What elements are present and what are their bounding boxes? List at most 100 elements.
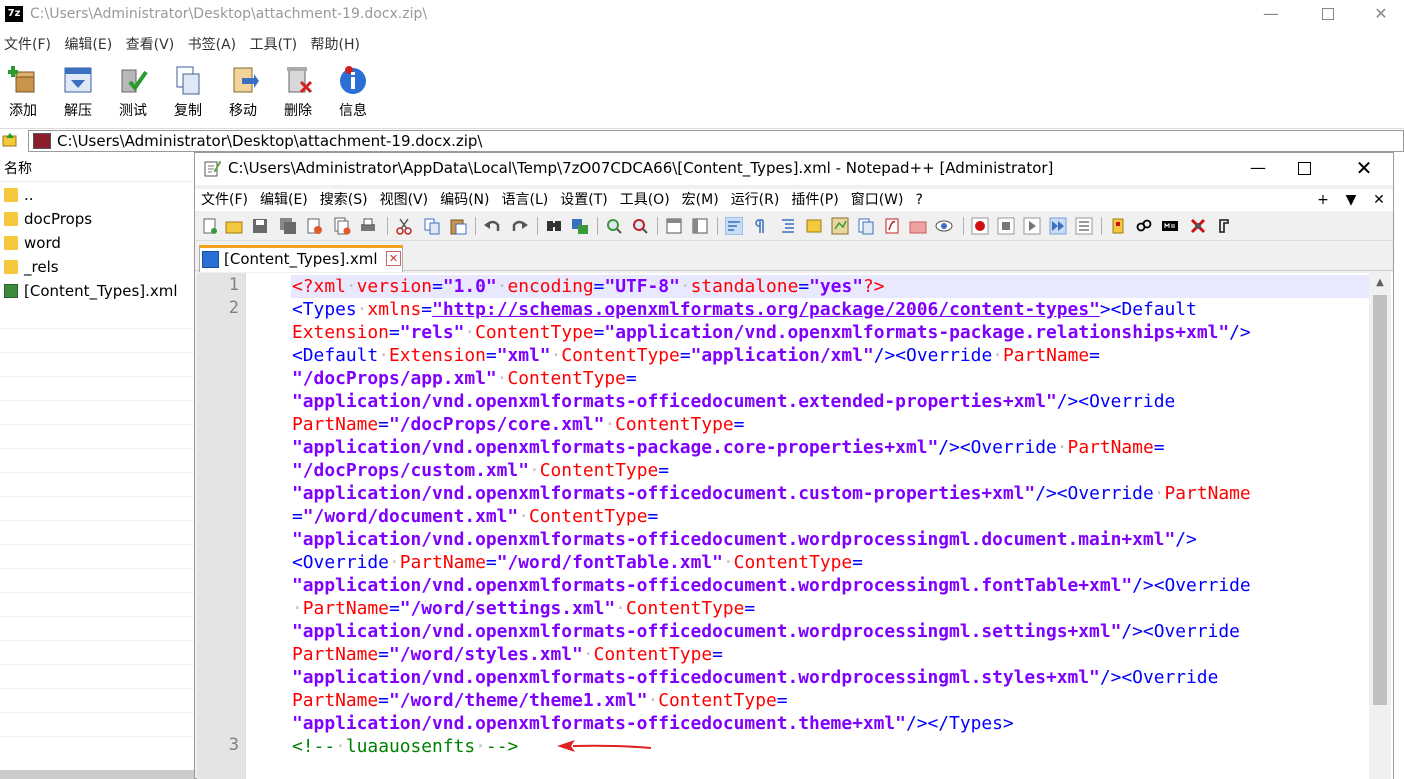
notepad-maximize-button[interactable] — [1281, 153, 1327, 185]
code-line: <Default·Extension="xml"·ContentType="ap… — [292, 345, 1100, 366]
notepad-close-button[interactable]: ✕ — [1341, 153, 1387, 185]
address-input[interactable]: C:\Users\Administrator\Desktop\attachmen… — [28, 130, 1404, 152]
notepad-menu-settings[interactable]: 设置(T) — [554, 189, 613, 211]
notepad-menu-edit[interactable]: 编辑(E) — [254, 189, 314, 211]
sevenzip-menu-tools[interactable]: 工具(T) — [246, 34, 301, 54]
copy-button[interactable]: 复制 — [163, 60, 213, 120]
move-button[interactable]: 移动 — [218, 60, 268, 120]
open-file-icon[interactable] — [225, 217, 243, 235]
zoom-out-icon[interactable] — [631, 217, 649, 235]
print-icon[interactable] — [359, 217, 377, 235]
undo-icon[interactable] — [483, 217, 501, 235]
xml-tools-icon[interactable] — [1215, 217, 1233, 235]
link-icon[interactable] — [1135, 217, 1153, 235]
document-list-icon[interactable] — [857, 217, 875, 235]
editor-vertical-scrollbar[interactable]: ▲ — [1369, 273, 1391, 779]
notepad-menu-encoding[interactable]: 编码(N) — [434, 189, 495, 211]
copy-icon[interactable] — [423, 217, 441, 235]
row-divider — [0, 592, 194, 593]
sync-vertical-icon[interactable] — [665, 217, 683, 235]
sevenzip-menu-view[interactable]: 查看(V) — [122, 34, 179, 54]
file-row-parent[interactable]: .. — [0, 184, 200, 208]
function-list-icon[interactable] — [883, 217, 901, 235]
sevenzip-maximize-button[interactable] — [1305, 0, 1351, 30]
file-list-horizontal-scrollbar[interactable] — [0, 770, 200, 779]
save-all-icon[interactable] — [279, 217, 297, 235]
tab-close-icon[interactable]: ✕ — [386, 251, 401, 266]
paste-icon[interactable] — [449, 217, 467, 235]
new-tab-button[interactable]: + — [1309, 189, 1337, 211]
word-wrap-icon[interactable] — [725, 217, 743, 235]
notepad-minimize-button[interactable]: — — [1235, 153, 1281, 185]
code-editor[interactable]: 1 2 3 <?xml·version="1.0"·encoding="UTF-… — [197, 273, 1393, 779]
sevenzip-menu-help[interactable]: 帮助(H) — [307, 34, 364, 54]
zoom-in-icon[interactable] — [605, 217, 623, 235]
document-map-icon[interactable] — [831, 217, 849, 235]
save-macro-icon[interactable] — [1075, 217, 1093, 235]
stop-recording-icon[interactable] — [997, 217, 1015, 235]
toolbar-separator — [717, 217, 718, 235]
scroll-up-arrow-icon[interactable]: ▲ — [1373, 277, 1387, 289]
cut-icon[interactable] — [395, 217, 413, 235]
folder-up-icon[interactable] — [2, 132, 18, 148]
code-line: ·PartName="/word/settings.xml"·ContentTy… — [292, 598, 756, 619]
notepad-menu-help[interactable]: ? — [910, 189, 929, 211]
column-header-name[interactable]: 名称 — [0, 158, 200, 182]
info-button[interactable]: 信息 — [328, 60, 378, 120]
monitoring-icon[interactable] — [935, 217, 953, 235]
extract-label: 解压 — [64, 103, 92, 119]
file-row-word[interactable]: word — [0, 232, 200, 256]
notepad-menu-tools[interactable]: 工具(O) — [614, 189, 676, 211]
notepad-menu-search[interactable]: 搜索(S) — [314, 189, 374, 211]
compare-icon[interactable] — [1189, 217, 1207, 235]
language-icon[interactable] — [805, 217, 823, 235]
redo-icon[interactable] — [511, 217, 529, 235]
sevenzip-minimize-button[interactable]: — — [1248, 0, 1294, 30]
test-button[interactable]: 测试 — [108, 60, 158, 120]
find-icon[interactable] — [545, 217, 563, 235]
notepad-menu-file[interactable]: 文件(F) — [195, 189, 254, 211]
plugin-icon[interactable] — [1109, 217, 1127, 235]
notepad-menu-window[interactable]: 窗口(W) — [845, 189, 910, 211]
notepad-menu-macro[interactable]: 宏(M) — [676, 189, 725, 211]
tab-list-button[interactable]: ▼ — [1337, 189, 1365, 211]
extract-button[interactable]: 解压 — [53, 60, 103, 120]
sevenzip-title-bar: 7z C:\Users\Administrator\Desktop\attach… — [0, 0, 1404, 30]
document-tab[interactable]: [Content_Types].xml ✕ — [199, 245, 403, 272]
code-line: PartName="/word/styles.xml"·ContentType= — [292, 644, 723, 665]
row-divider — [0, 352, 194, 353]
sevenzip-menu-edit[interactable]: 编辑(E) — [60, 34, 116, 54]
notepad-menu-plugins[interactable]: 插件(P) — [785, 189, 844, 211]
new-file-icon[interactable] — [201, 217, 219, 235]
delete-icon — [287, 67, 313, 94]
folder-workspace-icon[interactable] — [909, 217, 927, 235]
record-macro-icon[interactable] — [971, 217, 989, 235]
replace-icon[interactable] — [571, 217, 589, 235]
close-file-icon[interactable] — [305, 217, 323, 235]
mime-tools-icon[interactable] — [1161, 217, 1179, 235]
close-all-icon[interactable] — [333, 217, 351, 235]
show-all-characters-icon[interactable] — [751, 217, 769, 235]
file-name: _rels — [24, 258, 59, 276]
delete-button[interactable]: 删除 — [273, 60, 323, 120]
close-document-button[interactable]: ✕ — [1365, 189, 1393, 211]
add-button[interactable]: 添加 — [0, 60, 48, 120]
document-tab-label: [Content_Types].xml — [224, 250, 378, 268]
notepad-menu-language[interactable]: 语言(L) — [496, 189, 555, 211]
indent-guide-icon[interactable] — [779, 217, 797, 235]
code-line: "/docProps/app.xml"·ContentType= — [292, 368, 637, 389]
run-macro-multiple-icon[interactable] — [1049, 217, 1067, 235]
sevenzip-menu-file[interactable]: 文件(F) — [0, 34, 55, 54]
sevenzip-menu-bookmarks[interactable]: 书签(A) — [184, 34, 241, 54]
file-row-content-types[interactable]: [Content_Types].xml — [0, 280, 200, 304]
file-row-rels[interactable]: _rels — [0, 256, 200, 280]
sevenzip-close-button[interactable]: ✕ — [1358, 0, 1404, 30]
file-row-docprops[interactable]: docProps — [0, 208, 200, 232]
row-divider — [0, 376, 194, 377]
notepad-menu-run[interactable]: 运行(R) — [725, 189, 786, 211]
scrollbar-thumb[interactable] — [1373, 295, 1387, 705]
play-macro-icon[interactable] — [1023, 217, 1041, 235]
sync-horizontal-icon[interactable] — [691, 217, 709, 235]
save-icon[interactable] — [251, 217, 269, 235]
notepad-menu-view[interactable]: 视图(V) — [374, 189, 435, 211]
